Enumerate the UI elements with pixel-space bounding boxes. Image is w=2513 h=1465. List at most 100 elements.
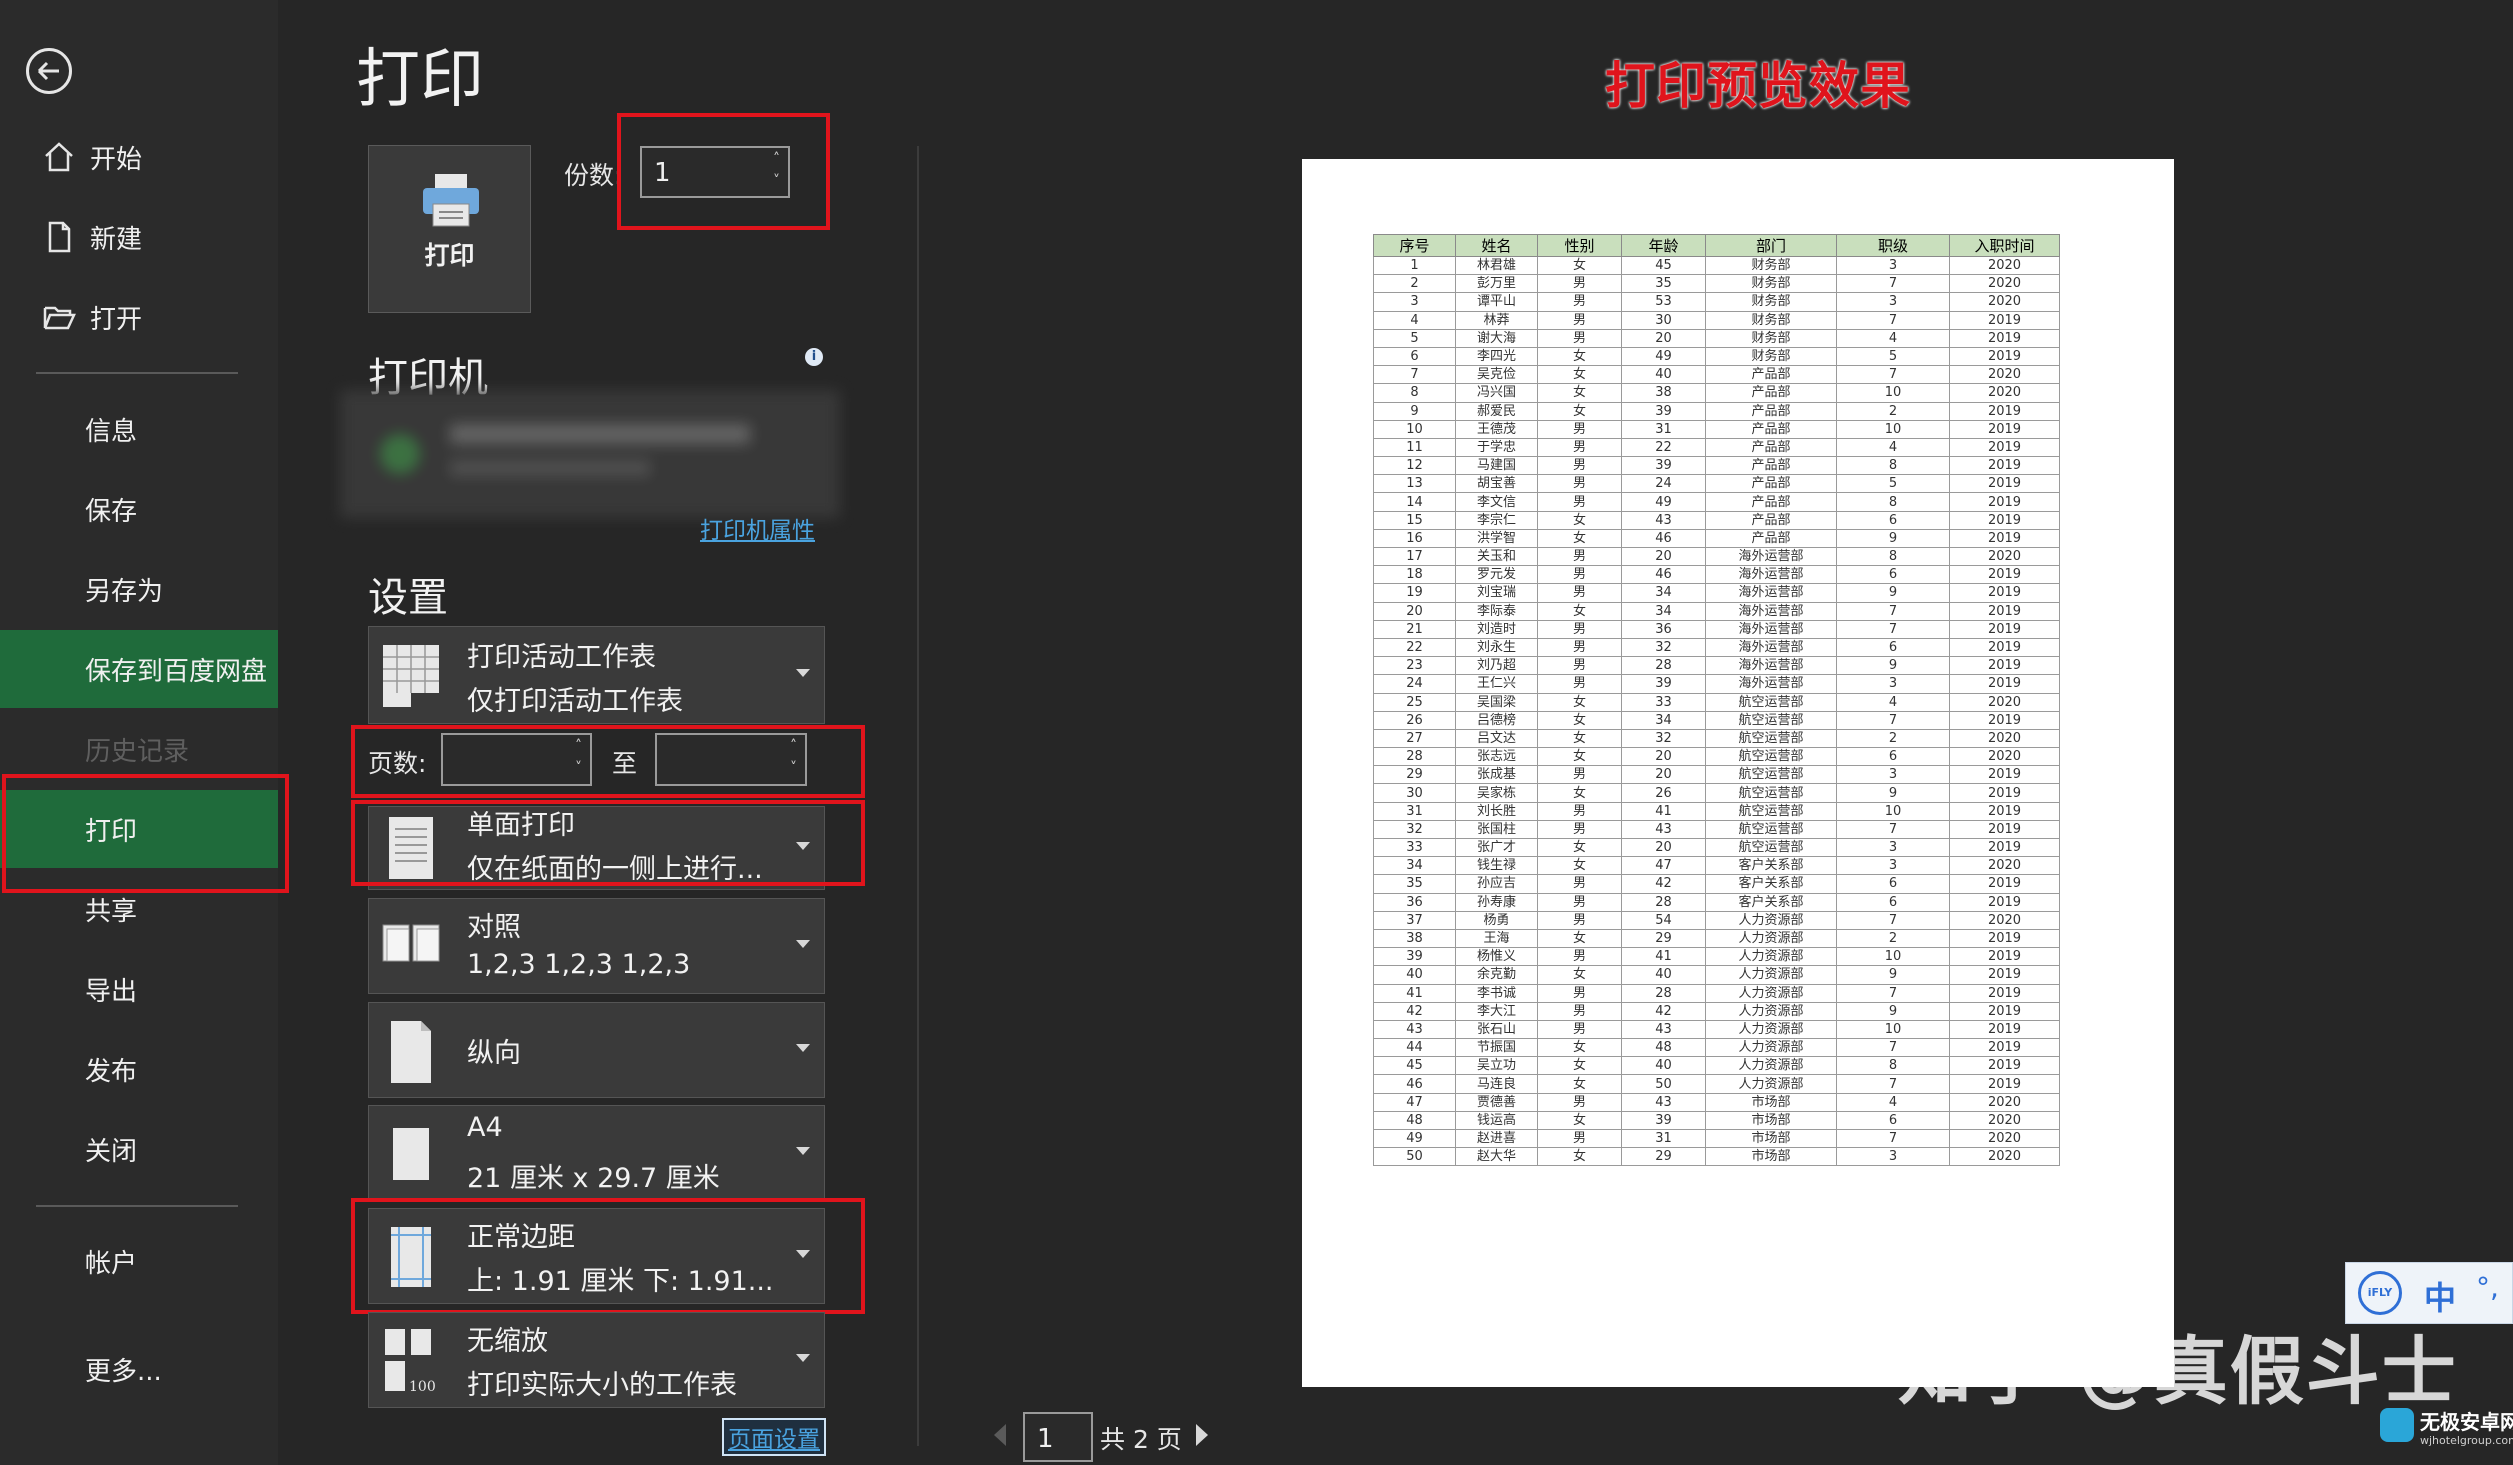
table-cell: 9 — [1836, 783, 1950, 803]
table-cell: 市场部 — [1705, 1147, 1837, 1167]
table-row: 6 李四光女 49 财务部 5 2019 — [1373, 346, 2060, 367]
table-cell: 1 — [1373, 255, 1456, 276]
table-row: 1 林君雄女 45 财务部 3 2020 — [1373, 255, 2060, 276]
table-cell: 女 — [1537, 692, 1622, 712]
table-cell: 4 — [1836, 328, 1950, 348]
nav-close[interactable]: 关闭 — [0, 1114, 278, 1184]
table-cell: 张国柱 — [1455, 819, 1538, 840]
printer-icon — [423, 174, 479, 227]
table-cell: 男 — [1537, 456, 1622, 476]
table-cell: 7 — [1836, 1038, 1950, 1058]
table-row: 17 关玉和男 20 海外运营部 8 2020 — [1373, 546, 2060, 567]
table-cell: 2 — [1373, 274, 1456, 294]
table-row: 49 赵进喜男 31 市场部 7 2020 — [1373, 1128, 2060, 1149]
nav-save-to-baidu[interactable]: 保存到百度网盘 — [0, 630, 278, 708]
table-cell: 3 — [1836, 255, 1950, 276]
table-cell: 男 — [1537, 674, 1622, 694]
table-row: 10 王德茂男 31 产品部 10 2019 — [1373, 419, 2060, 439]
table-cell: 航空运营部 — [1705, 692, 1837, 712]
table-cell: 31 — [1621, 419, 1706, 439]
table-cell: 2020 — [1949, 1128, 2060, 1149]
table-cell: 43 — [1621, 510, 1706, 530]
table-cell: 吴家栋 — [1455, 783, 1538, 803]
table-cell: 9 — [1836, 1001, 1950, 1021]
table-cell: 于学忠 — [1455, 437, 1538, 458]
table-cell: 44 — [1373, 1038, 1456, 1058]
table-cell: 2020 — [1949, 383, 2060, 403]
total-pages: 共 2 页 — [1100, 1425, 1182, 1454]
table-cell: 39 — [1621, 401, 1706, 421]
collate-dropdown[interactable]: 对照 1,2,3 1,2,3 1,2,3 — [368, 898, 825, 994]
table-cell: 人力资源部 — [1705, 1056, 1837, 1076]
portrait-page-icon — [391, 1021, 431, 1083]
nav-account[interactable]: 帐户 — [0, 1226, 278, 1296]
nav-publish[interactable]: 发布 — [0, 1034, 278, 1104]
table-row: 46 马连良女 50 人力资源部 7 2019 — [1373, 1074, 2060, 1094]
highlight-box-margins — [351, 1198, 865, 1314]
scaling-dropdown[interactable]: 100 无缩放 打印实际大小的工作表 — [368, 1312, 825, 1408]
orientation-dropdown[interactable]: 纵向 — [368, 1002, 825, 1098]
table-cell: 男 — [1537, 910, 1622, 930]
nav-save-as[interactable]: 另存为 — [0, 554, 278, 624]
printer-properties-link[interactable]: 打印机属性 — [700, 511, 815, 545]
page-setup-link[interactable]: 页面设置 — [722, 1418, 826, 1456]
table-cell: 产品部 — [1705, 419, 1837, 439]
table-cell: 50 — [1373, 1147, 1456, 1167]
table-cell: 财务部 — [1705, 346, 1837, 367]
table-cell: 钱运高 — [1455, 1110, 1538, 1131]
table-cell: 20 — [1621, 328, 1706, 348]
printer-selector-blurred[interactable] — [340, 390, 840, 518]
table-cell: 26 — [1373, 710, 1456, 730]
table-cell: 46 — [1621, 528, 1706, 549]
table-cell: 19 — [1373, 583, 1456, 603]
table-cell: 46 — [1621, 565, 1706, 585]
back-button[interactable] — [26, 48, 72, 94]
table-cell: 50 — [1621, 1074, 1706, 1094]
next-page-icon[interactable] — [1196, 1424, 1208, 1446]
current-page-input[interactable]: 1 — [1023, 1412, 1093, 1462]
nav-home[interactable]: 开始 — [0, 122, 278, 192]
nav-open[interactable]: 打开 — [0, 282, 278, 352]
table-cell: 23 — [1373, 656, 1456, 676]
nav-info[interactable]: 信息 — [0, 394, 278, 464]
table-cell: 2019 — [1949, 837, 2060, 858]
table-cell: 女 — [1537, 601, 1622, 621]
panel-divider — [917, 146, 919, 1446]
info-icon[interactable]: i — [805, 348, 823, 366]
print-button[interactable]: 打印 — [368, 145, 531, 313]
table-cell: 女 — [1537, 346, 1622, 367]
nav-save[interactable]: 保存 — [0, 474, 278, 544]
page-title: 打印 — [356, 43, 484, 117]
print-what-dropdown[interactable]: 打印活动工作表 仅打印活动工作表 — [368, 626, 825, 724]
nav-new[interactable]: 新建 — [0, 202, 278, 272]
table-cell: 吕文达 — [1455, 728, 1538, 749]
table-row: 35 孙应吉男 42 客户关系部 6 2019 — [1373, 874, 2060, 894]
nav-export[interactable]: 导出 — [0, 954, 278, 1024]
nav-more[interactable]: 更多... — [0, 1334, 278, 1404]
table-cell: 7 — [1836, 310, 1950, 330]
prev-page-icon[interactable] — [994, 1424, 1006, 1446]
table-row: 42 李大江男 42 人力资源部 9 2019 — [1373, 1001, 2060, 1021]
table-cell: 2019 — [1949, 456, 2060, 476]
table-cell: 2019 — [1949, 656, 2060, 676]
table-cell: 12 — [1373, 456, 1456, 476]
table-cell: 2019 — [1949, 1056, 2060, 1076]
ime-toolbar[interactable]: iFLY 中 °, — [2345, 1262, 2513, 1324]
table-cell: 9 — [1836, 656, 1950, 676]
table-cell: 财务部 — [1705, 292, 1837, 312]
table-cell: 2019 — [1949, 874, 2060, 894]
punctuation-icon[interactable]: °, — [2476, 1271, 2499, 1304]
worksheet-grid-icon — [383, 645, 439, 707]
table-cell: 7 — [1836, 619, 1950, 639]
table-cell: 2019 — [1949, 310, 2060, 330]
table-cell: 28 — [1373, 747, 1456, 767]
table-cell: 海外运营部 — [1705, 637, 1837, 658]
table-cell: 李际泰 — [1455, 601, 1538, 621]
table-cell: 吴立功 — [1455, 1056, 1538, 1076]
paper-size-dropdown[interactable]: A4 21 厘米 x 29.7 厘米 — [368, 1105, 825, 1201]
table-cell: 2020 — [1949, 856, 2060, 876]
table-cell: 8 — [1373, 383, 1456, 403]
ime-language[interactable]: 中 — [2424, 1273, 2456, 1319]
table-cell: 9 — [1373, 401, 1456, 421]
table-row: 47 贾德善男 43 市场部 4 2020 — [1373, 1092, 2060, 1112]
